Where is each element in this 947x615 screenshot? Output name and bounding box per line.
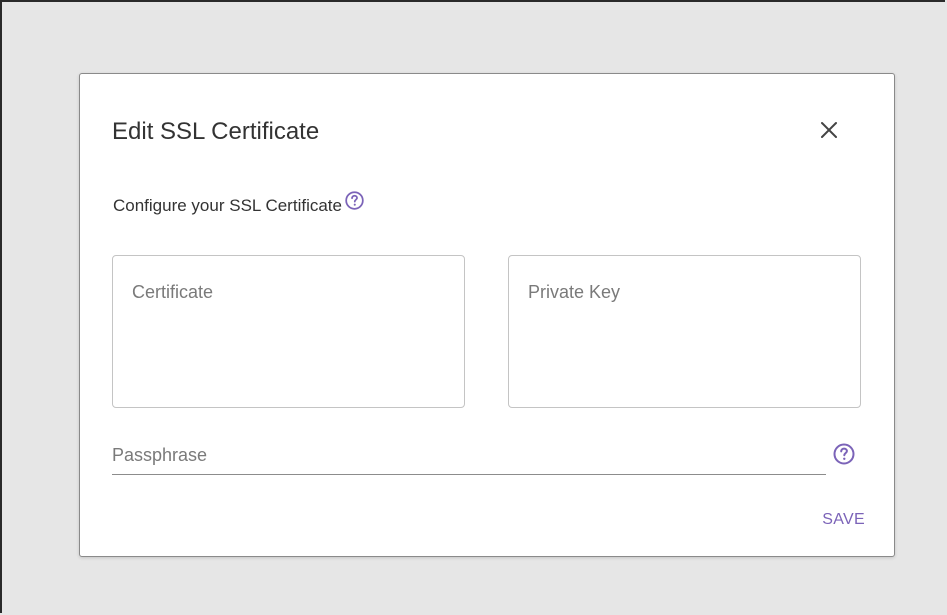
passphrase-help-icon[interactable] [832, 442, 856, 466]
passphrase-field[interactable] [112, 430, 826, 475]
help-circle-icon[interactable] [344, 190, 365, 211]
passphrase-input[interactable] [112, 430, 826, 474]
certificate-field[interactable] [112, 255, 465, 408]
dialog-title: Edit SSL Certificate [112, 118, 320, 145]
certificate-input[interactable] [113, 256, 464, 407]
subtitle-row: Configure your SSL Certificate [113, 190, 365, 218]
dialog-subtitle: Configure your SSL Certificate [113, 196, 342, 215]
private-key-input[interactable] [509, 256, 860, 407]
private-key-field[interactable] [508, 255, 861, 408]
close-button[interactable] [813, 114, 845, 146]
save-button[interactable]: SAVE [805, 506, 875, 534]
close-icon [821, 122, 837, 138]
backdrop: Edit SSL Certificate Configure your SSL … [0, 0, 945, 613]
edit-ssl-dialog: Edit SSL Certificate Configure your SSL … [79, 73, 895, 557]
